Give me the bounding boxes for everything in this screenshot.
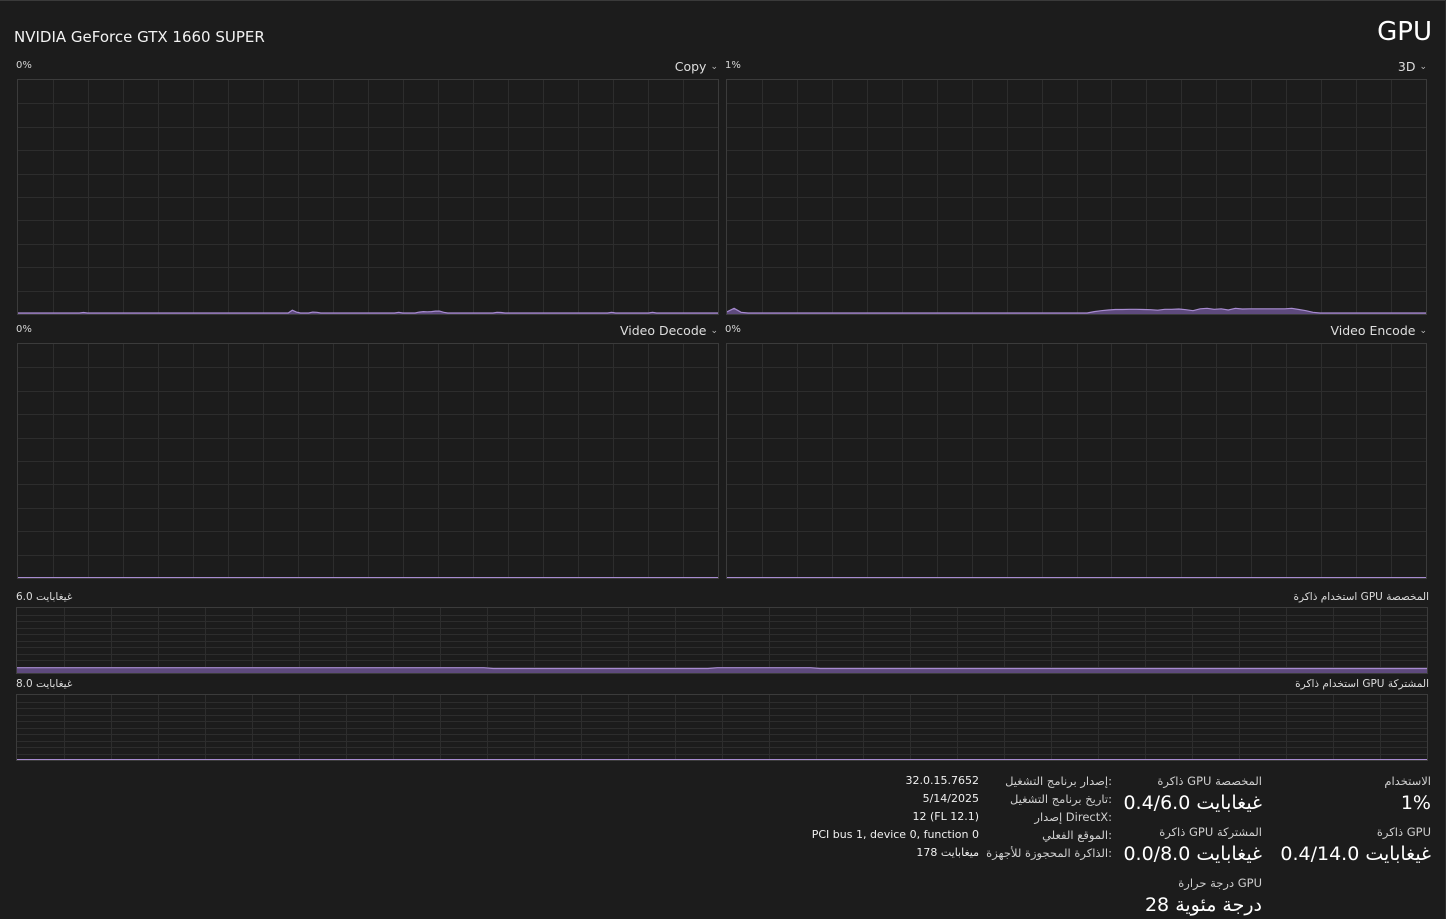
engine-max-scale: 0% (725, 324, 741, 335)
dedicated-memory-max-scale: 6.0 غيغابايت (16, 591, 73, 603)
engine-graph-canvas (18, 344, 718, 578)
physical-location-key: الموقع الفعلي: (1042, 828, 1112, 842)
driver-date-value: 5/14/2025 (922, 792, 979, 805)
directx-version-value: 12 (FL 12.1) (912, 810, 979, 823)
reserved-memory-value: 178 ميغابايت (916, 846, 979, 859)
shared-memory-value: 0.0/8.0 غيغابايت (1123, 843, 1262, 865)
memory-graph-canvas (17, 608, 1427, 673)
shared-memory-chart-title: استخدام ذاكرة GPU المشتركة (1295, 678, 1429, 690)
utilization-label: الاستخدام (1384, 774, 1431, 788)
shared-memory-graph (16, 694, 1428, 761)
engine-selector-video-encode[interactable]: Video Encode ⌄ (1330, 323, 1427, 338)
engine-graph-canvas (18, 80, 718, 314)
engine-graph-copy (17, 79, 719, 315)
driver-date-key: تاريخ برنامج التشغيل: (1009, 792, 1112, 806)
shared-memory-max-scale: 8.0 غيغابايت (16, 678, 73, 690)
engine-selector-label: 3D (1397, 59, 1416, 74)
chevron-down-icon: ⌄ (1419, 61, 1427, 72)
engine-selector-3d[interactable]: 3D ⌄ (1398, 59, 1427, 74)
page-title: GPU (1377, 17, 1432, 47)
engine-selector-copy[interactable]: Copy ⌄ (675, 59, 718, 74)
engine-max-scale: 1% (725, 60, 741, 71)
engine-graph-canvas (727, 80, 1426, 314)
gpu-memory-label: ذاكرة GPU (1376, 825, 1431, 839)
gpu-temperature-label: درجة حرارة GPU (1178, 876, 1262, 890)
physical-location-value: PCI bus 1, device 0, function 0 (811, 828, 979, 841)
dedicated-memory-graph (16, 607, 1428, 674)
engine-selector-label: Video Encode (1330, 323, 1416, 338)
engine-max-scale: 0% (16, 324, 32, 335)
engine-graph-3d (726, 79, 1427, 315)
engine-graph-video-encode (726, 343, 1427, 579)
chevron-down-icon: ⌄ (1419, 325, 1427, 336)
dedicated-memory-label: ذاكرة GPU المخصصة (1157, 774, 1262, 788)
driver-version-value: 32.0.15.7652 (905, 774, 979, 787)
memory-graph-canvas (17, 695, 1427, 760)
engine-selector-label: Video Decode (619, 323, 707, 338)
engine-graph-video-decode (17, 343, 719, 579)
device-name: NVIDIA GeForce GTX 1660 SUPER (14, 28, 265, 46)
reserved-memory-key: الذاكرة المحجوزة للأجهزة: (986, 846, 1112, 860)
engine-graph-canvas (727, 344, 1426, 578)
shared-memory-label: ذاكرة GPU المشتركة (1159, 825, 1262, 839)
chevron-down-icon: ⌄ (710, 325, 718, 336)
driver-version-key: إصدار برنامج التشغيل: (1005, 774, 1112, 788)
dedicated-memory-chart-title: استخدام ذاكرة GPU المخصصة (1293, 591, 1429, 603)
dedicated-memory-value: 0.4/6.0 غيغابايت (1123, 792, 1262, 814)
engine-selector-label: Copy (674, 59, 707, 74)
engine-selector-video-decode[interactable]: Video Decode ⌄ (620, 323, 718, 338)
directx-version-key: إصدار DirectX: (1034, 810, 1112, 824)
chevron-down-icon: ⌄ (710, 61, 718, 72)
gpu-memory-value: 0.4/14.0 غيغابايت (1280, 843, 1431, 865)
gpu-temperature-value: 28 درجة مئوية (1144, 894, 1262, 916)
engine-max-scale: 0% (16, 60, 32, 71)
utilization-value: 1% (1400, 792, 1431, 814)
